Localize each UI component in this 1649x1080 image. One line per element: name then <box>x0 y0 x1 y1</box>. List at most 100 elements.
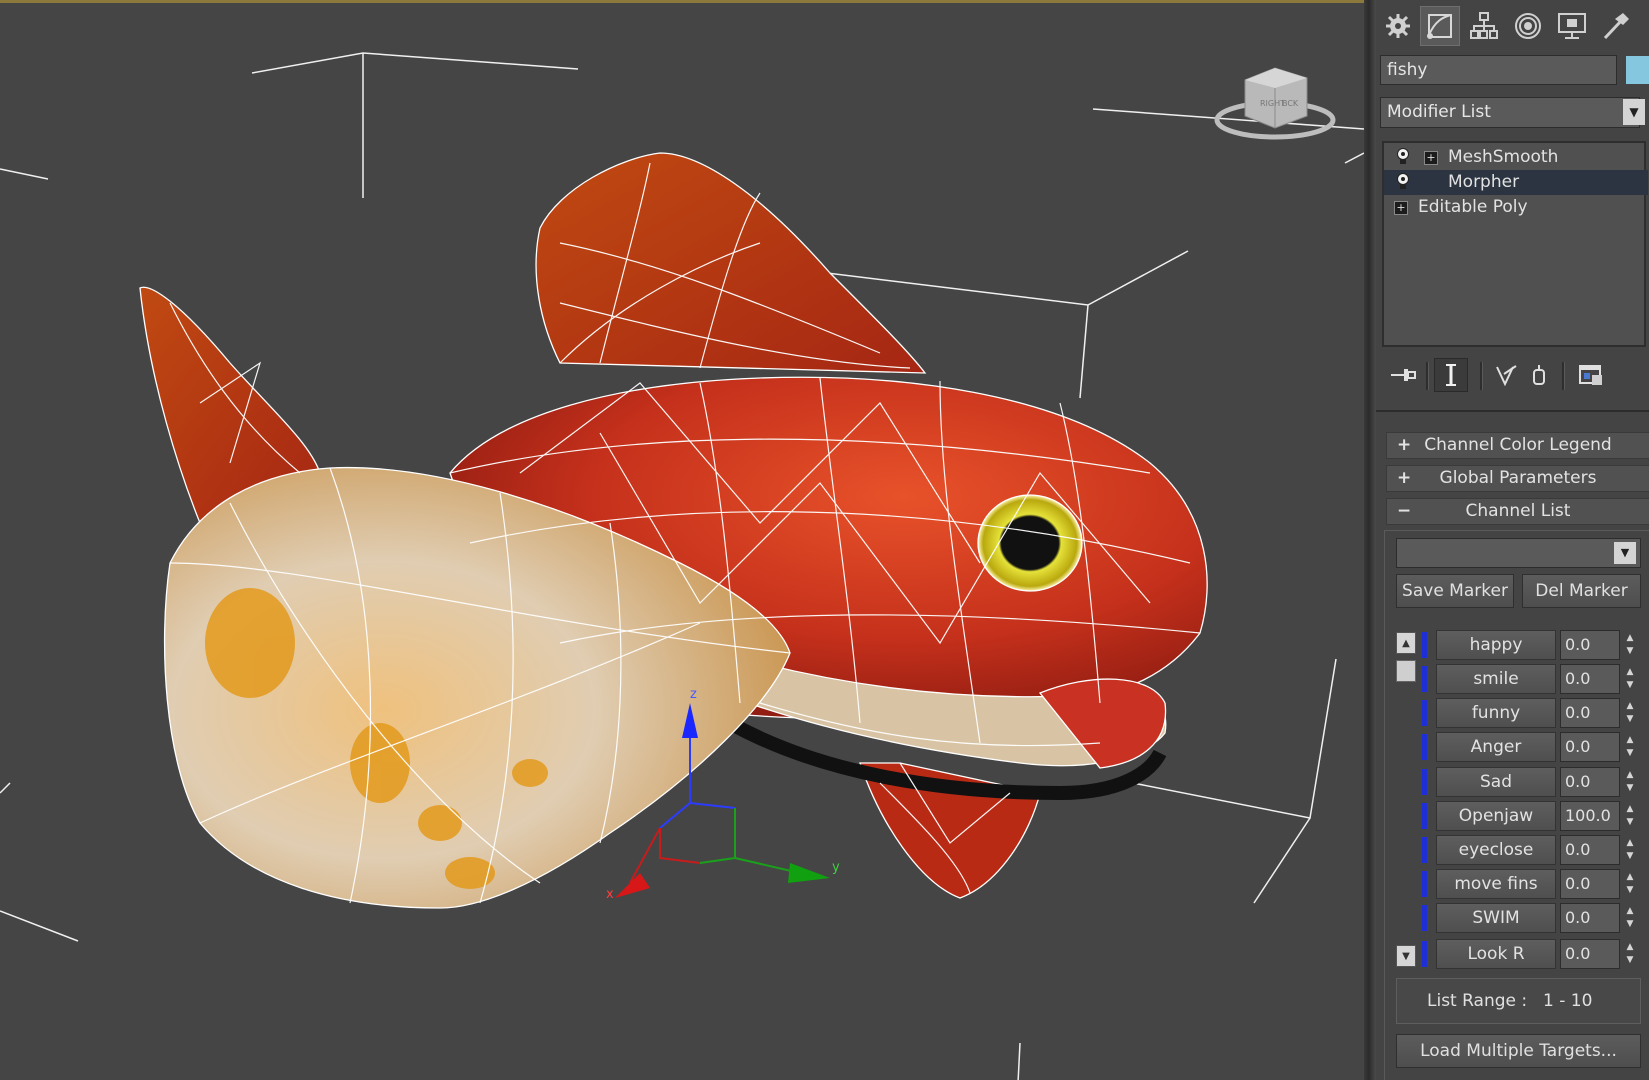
lightbulb-icon[interactable] <box>1396 148 1410 166</box>
utilities-icon <box>1603 13 1629 40</box>
channel-spinner[interactable]: ▲ ▼ <box>1623 803 1637 829</box>
channel-color-bar <box>1422 666 1427 692</box>
modify-tab[interactable] <box>1420 6 1460 46</box>
channel-value-field[interactable]: 0.0 <box>1560 698 1620 728</box>
object-name-field[interactable]: fishy <box>1380 55 1617 85</box>
modifier-stack[interactable]: + MeshSmooth Morpher + Editable Poly <box>1382 141 1648 347</box>
channel-row[interactable]: Anger 0.0 ▲ ▼ <box>1422 732 1649 762</box>
channel-spinner[interactable]: ▲ ▼ <box>1623 666 1637 692</box>
channel-value-field[interactable]: 0.0 <box>1560 869 1620 899</box>
object-color-swatch[interactable] <box>1626 56 1649 84</box>
del-marker-button[interactable]: Del Marker <box>1522 574 1641 608</box>
stack-item-morpher[interactable]: Morpher <box>1384 170 1648 195</box>
trash-icon <box>1533 365 1545 385</box>
display-tab[interactable] <box>1552 6 1592 46</box>
make-unique-button[interactable] <box>1490 358 1524 392</box>
scene-canvas: RIGHT BCK z x y <box>0 52 1364 1080</box>
channel-spinner[interactable]: ▲ ▼ <box>1623 941 1637 967</box>
channel-spinner[interactable]: ▲ ▼ <box>1623 632 1637 658</box>
channel-name-button[interactable]: Openjaw <box>1436 801 1556 831</box>
expand-icon: + <box>1397 435 1412 455</box>
viewport-panel-divider[interactable] <box>1364 0 1376 1080</box>
channel-spinner[interactable]: ▲ ▼ <box>1623 837 1637 863</box>
channel-row[interactable]: eyeclose 0.0 ▲ ▼ <box>1422 835 1649 865</box>
channel-color-bar <box>1422 769 1427 795</box>
channel-spinner[interactable]: ▲ ▼ <box>1623 905 1637 931</box>
channel-value-field[interactable]: 0.0 <box>1560 767 1620 797</box>
channel-row[interactable]: happy 0.0 ▲ ▼ <box>1422 630 1649 660</box>
rollout-channel-list[interactable]: − Channel List <box>1386 498 1649 525</box>
channel-value-field[interactable]: 0.0 <box>1560 664 1620 694</box>
lightbulb-icon[interactable] <box>1396 173 1410 191</box>
pin-stack-button[interactable] <box>1386 358 1420 392</box>
toolbar-separator <box>1426 362 1429 390</box>
channel-spinner[interactable]: ▲ ▼ <box>1623 734 1637 760</box>
save-marker-button[interactable]: Save Marker <box>1396 574 1514 608</box>
utilities-tab[interactable] <box>1596 6 1636 46</box>
channel-color-bar <box>1422 871 1427 897</box>
channel-value-field[interactable]: 0.0 <box>1560 732 1620 762</box>
channel-color-bar <box>1422 803 1427 829</box>
channel-row[interactable]: move fins 0.0 ▲ ▼ <box>1422 869 1649 899</box>
channel-spinner[interactable]: ▲ ▼ <box>1623 700 1637 726</box>
channel-name-button[interactable]: Look R <box>1436 939 1556 969</box>
configure-modifier-sets-button[interactable] <box>1574 358 1608 392</box>
channel-name-button[interactable]: smile <box>1436 664 1556 694</box>
display-icon <box>1558 13 1586 39</box>
channel-row[interactable]: Look R 0.0 ▲ ▼ <box>1422 939 1649 969</box>
chevron-down-icon[interactable]: ▼ <box>1623 99 1645 125</box>
scroll-up-button[interactable]: ▲ <box>1396 632 1416 654</box>
channel-row[interactable]: smile 0.0 ▲ ▼ <box>1422 664 1649 694</box>
channel-value-field[interactable]: 0.0 <box>1560 835 1620 865</box>
channel-row[interactable]: Openjaw 100.0 ▲ ▼ <box>1422 801 1649 831</box>
hierarchy-tab[interactable] <box>1464 6 1504 46</box>
channel-name-button[interactable]: Anger <box>1436 732 1556 762</box>
modifier-list-dropdown[interactable]: Modifier List ▼ <box>1380 97 1645 128</box>
stack-item-meshsmooth[interactable]: + MeshSmooth <box>1384 145 1648 170</box>
stack-toolbar <box>1376 352 1649 398</box>
marker-dropdown[interactable]: ▼ <box>1396 538 1641 568</box>
expand-icon[interactable]: + <box>1394 201 1408 215</box>
channel-value-field[interactable]: 0.0 <box>1560 630 1620 660</box>
toolbar-separator <box>1480 362 1483 390</box>
channel-name-button[interactable]: eyeclose <box>1436 835 1556 865</box>
modifier-list-label: Modifier List <box>1387 102 1491 122</box>
stack-item-label: Morpher <box>1448 172 1520 192</box>
motion-tab[interactable] <box>1508 6 1548 46</box>
rollout-title: Global Parameters <box>1439 468 1597 488</box>
collapse-icon: − <box>1397 501 1412 521</box>
stack-item-label: MeshSmooth <box>1448 147 1559 167</box>
rollout-global-parameters[interactable]: + Global Parameters <box>1386 465 1649 492</box>
rollout-title: Channel Color Legend <box>1424 435 1612 455</box>
channel-name-button[interactable]: move fins <box>1436 869 1556 899</box>
channel-row[interactable]: SWIM 0.0 ▲ ▼ <box>1422 903 1649 933</box>
channel-value-field[interactable]: 100.0 <box>1560 801 1620 831</box>
channel-value-field[interactable]: 0.0 <box>1560 939 1620 969</box>
show-end-result-button[interactable] <box>1434 358 1468 392</box>
channel-spinner[interactable]: ▲ ▼ <box>1623 769 1637 795</box>
channel-name-button[interactable]: happy <box>1436 630 1556 660</box>
channel-name-button[interactable]: Sad <box>1436 767 1556 797</box>
channel-scroll-thumb[interactable] <box>1396 660 1416 682</box>
perspective-viewport[interactable]: RIGHT BCK z x y <box>0 0 1364 1080</box>
channel-name-button[interactable]: SWIM <box>1436 903 1556 933</box>
channel-value-field[interactable]: 0.0 <box>1560 903 1620 933</box>
scroll-down-button[interactable]: ▼ <box>1396 945 1416 967</box>
channel-color-bar <box>1422 941 1427 967</box>
rollout-title: Channel List <box>1465 501 1571 521</box>
end-result-icon <box>1446 364 1456 386</box>
channel-row[interactable]: Sad 0.0 ▲ ▼ <box>1422 767 1649 797</box>
channel-spinner[interactable]: ▲ ▼ <box>1623 871 1637 897</box>
list-range-box: List Range : 1 - 10 <box>1396 978 1641 1024</box>
stack-item-editable-poly[interactable]: + Editable Poly <box>1384 195 1648 220</box>
channel-name-button[interactable]: funny <box>1436 698 1556 728</box>
channel-color-bar <box>1422 700 1427 726</box>
expand-icon[interactable]: + <box>1424 151 1438 165</box>
channel-row[interactable]: funny 0.0 ▲ ▼ <box>1422 698 1649 728</box>
chevron-down-icon[interactable]: ▼ <box>1614 542 1636 564</box>
viewcube-back-label: BCK <box>1282 99 1299 108</box>
create-tab[interactable] <box>1378 6 1418 46</box>
rollout-channel-color-legend[interactable]: + Channel Color Legend <box>1386 432 1649 459</box>
load-multiple-targets-button[interactable]: Load Multiple Targets... <box>1396 1034 1641 1068</box>
remove-modifier-button[interactable] <box>1522 358 1556 392</box>
